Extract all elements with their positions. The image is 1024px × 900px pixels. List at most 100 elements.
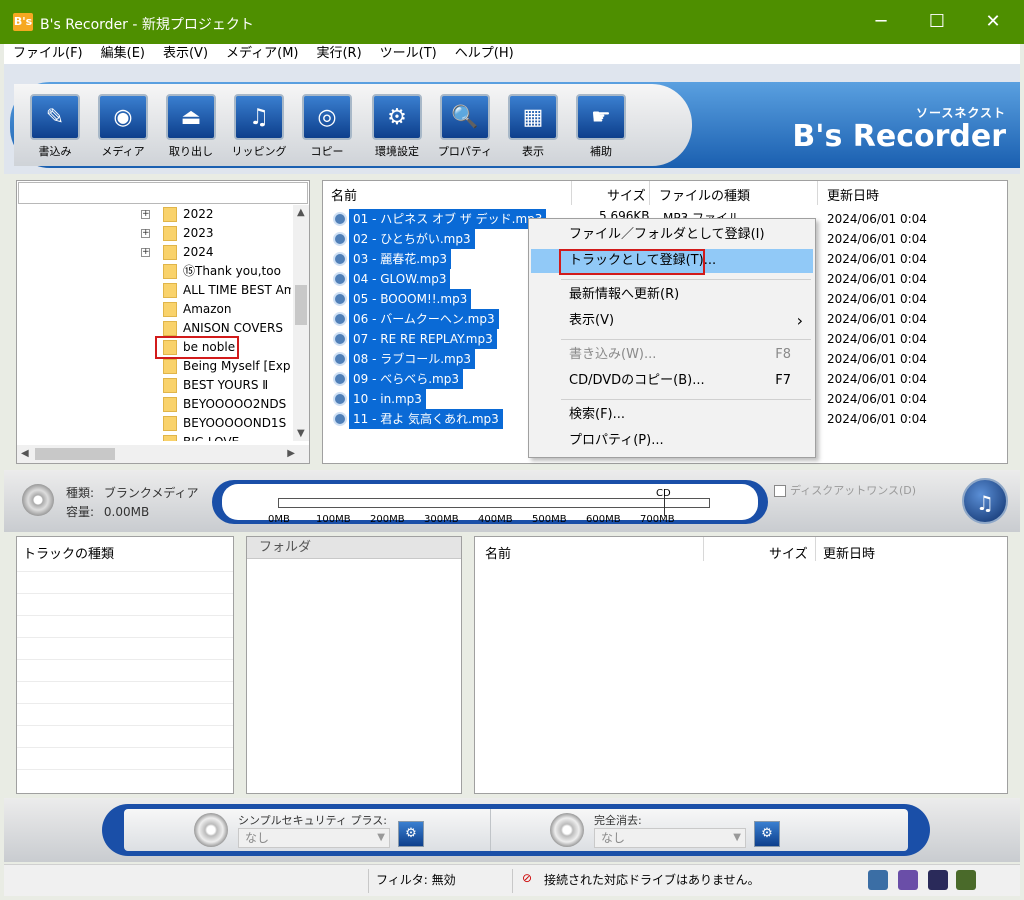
menu-refresh[interactable]: 最新情報へ更新(R) — [531, 283, 813, 307]
column-divider[interactable] — [815, 537, 816, 561]
tree-item[interactable]: BIG LOVE — [17, 433, 295, 441]
tree-path-field[interactable] — [18, 182, 308, 204]
simple-security-value: なし — [245, 831, 270, 845]
menu-write[interactable]: 書き込み(W)... F8 — [531, 343, 813, 367]
column-date[interactable]: 更新日時 — [827, 185, 879, 204]
column-size[interactable]: サイズ — [607, 185, 646, 204]
scroll-thumb[interactable] — [295, 285, 307, 325]
expand-icon[interactable]: + — [141, 210, 150, 219]
column-divider[interactable] — [571, 181, 572, 205]
expand-icon[interactable]: + — [141, 229, 150, 238]
tree-item[interactable]: + 2023 — [17, 224, 295, 243]
track-type-header: トラックの種類 — [23, 547, 115, 562]
menu-view-submenu[interactable]: 表示(V) › — [531, 309, 813, 333]
column-size[interactable]: サイズ — [769, 543, 808, 562]
write-button[interactable]: ✎ 書込み — [22, 94, 88, 160]
row-line — [17, 681, 233, 682]
expand-icon[interactable]: + — [141, 248, 150, 257]
menu-register-file-folder[interactable]: ファイル／フォルダとして登録(I) — [531, 223, 813, 247]
menu-run[interactable]: 実行(R) — [307, 44, 370, 64]
gauge-tick-label: 700MB — [640, 514, 675, 525]
tree-item[interactable]: BEYOOOOOND1S — [17, 414, 295, 433]
file-name: 09 - べらべら.mp3 — [349, 369, 463, 389]
status-drive: 接続された対応ドライブはありません。 — [544, 873, 760, 887]
minimize-button[interactable]: ─ — [858, 0, 904, 44]
status-tray-icon[interactable] — [928, 870, 948, 890]
scroll-left-icon[interactable]: ◀ — [21, 448, 29, 459]
menu-file[interactable]: ファイル(F) — [4, 44, 92, 64]
folder-icon — [163, 397, 177, 412]
menu-tools[interactable]: ツール(T) — [371, 44, 446, 64]
column-divider[interactable] — [703, 537, 704, 561]
view-icon: ▦ — [508, 94, 558, 140]
hand-icon: ☛ — [576, 94, 626, 140]
tree-item[interactable]: + 2024 — [17, 243, 295, 262]
menu-copy-disc[interactable]: CD/DVDのコピー(B)... F7 — [531, 369, 813, 393]
column-date[interactable]: 更新日時 — [823, 543, 875, 562]
status-tray-icon[interactable] — [868, 870, 888, 890]
simple-security-settings-button[interactable]: ⚙ — [398, 821, 424, 847]
status-tray-icon[interactable] — [898, 870, 918, 890]
menu-bar: ファイル(F) 編集(E) 表示(V) メディア(M) 実行(R) ツール(T)… — [4, 44, 1020, 64]
music-mode-button[interactable]: ♫ — [962, 478, 1008, 524]
column-name[interactable]: 名前 — [485, 543, 511, 562]
brand-name: B's Recorder — [792, 119, 1006, 154]
scroll-thumb[interactable] — [35, 448, 115, 460]
column-divider[interactable] — [649, 181, 650, 205]
view-button[interactable]: ▦ 表示 — [500, 94, 566, 160]
status-tray-icon[interactable] — [956, 870, 976, 890]
file-date: 2024/06/01 0:04 — [827, 212, 927, 226]
disc-at-once-checkbox[interactable]: ディスクアットワンス(D) — [774, 482, 916, 498]
row-line — [17, 725, 233, 726]
menu-item-label: 表示(V) — [569, 313, 615, 328]
menu-media[interactable]: メディア(M) — [217, 44, 307, 64]
erase-settings-button[interactable]: ⚙ — [754, 821, 780, 847]
audio-file-icon — [333, 392, 347, 406]
row-line — [17, 615, 233, 616]
simple-security-select[interactable]: なし ▼ — [238, 828, 390, 848]
maximize-button[interactable]: ☐ — [914, 0, 960, 44]
assist-button[interactable]: ☛ 補助 — [568, 94, 634, 160]
tree-vertical-scrollbar[interactable]: ▲ ▼ — [293, 205, 309, 441]
settings-button[interactable]: ⚙ 環境設定 — [364, 94, 430, 160]
media-button[interactable]: ◉ メディア — [90, 94, 156, 160]
tree-item[interactable]: BEYOOOOO2NDS — [17, 395, 295, 414]
checkbox-box[interactable] — [774, 485, 786, 497]
tree-item-label: ⑮Thank you,too — [183, 264, 281, 278]
copy-button[interactable]: ◎ コピー — [294, 94, 360, 160]
menu-search[interactable]: 検索(F)... — [531, 403, 813, 427]
file-name: 11 - 君よ 気高くあれ.mp3 — [349, 409, 503, 429]
properties-button[interactable]: 🔍 プロパティ — [432, 94, 498, 160]
erase-select[interactable]: なし ▼ — [594, 828, 746, 848]
tree-item[interactable]: Amazon — [17, 300, 295, 319]
tree-item[interactable]: Being Myself [Exp — [17, 357, 295, 376]
menu-help[interactable]: ヘルプ(H) — [446, 44, 523, 64]
ripping-button[interactable]: ♫ リッピング — [226, 94, 292, 160]
tree-horizontal-scrollbar[interactable]: ◀ ▶ — [17, 445, 309, 463]
tree-item[interactable]: ⑮Thank you,too — [17, 262, 295, 281]
menu-edit[interactable]: 編集(E) — [92, 44, 154, 64]
eject-icon: ⏏ — [166, 94, 216, 140]
highlight-box — [155, 336, 239, 359]
row-line — [17, 571, 233, 572]
scroll-down-icon[interactable]: ▼ — [297, 428, 305, 439]
close-button[interactable]: ✕ — [970, 0, 1016, 44]
column-divider[interactable] — [817, 181, 818, 205]
menu-view[interactable]: 表示(V) — [154, 44, 217, 64]
gauge-tick-label: 200MB — [370, 514, 405, 525]
column-type[interactable]: ファイルの種類 — [659, 185, 750, 204]
ripping-button-label: リッピング — [231, 145, 287, 158]
tree-item[interactable]: + 2022 — [17, 205, 295, 224]
blank-disc-icon — [22, 484, 54, 516]
audio-file-icon — [333, 312, 347, 326]
eject-button-label: 取り出し — [169, 145, 213, 158]
menu-properties[interactable]: プロパティ(P)... — [531, 429, 813, 453]
tree-item[interactable]: ALL TIME BEST Ambi — [17, 281, 295, 300]
scroll-right-icon[interactable]: ▶ — [287, 448, 295, 459]
tree-item[interactable]: BEST YOURS Ⅱ — [17, 376, 295, 395]
eject-button[interactable]: ⏏ 取り出し — [158, 94, 224, 160]
status-divider — [368, 869, 369, 893]
folder-header[interactable]: フォルダ — [247, 537, 461, 559]
scroll-up-icon[interactable]: ▲ — [297, 207, 305, 218]
column-name[interactable]: 名前 — [331, 185, 357, 204]
